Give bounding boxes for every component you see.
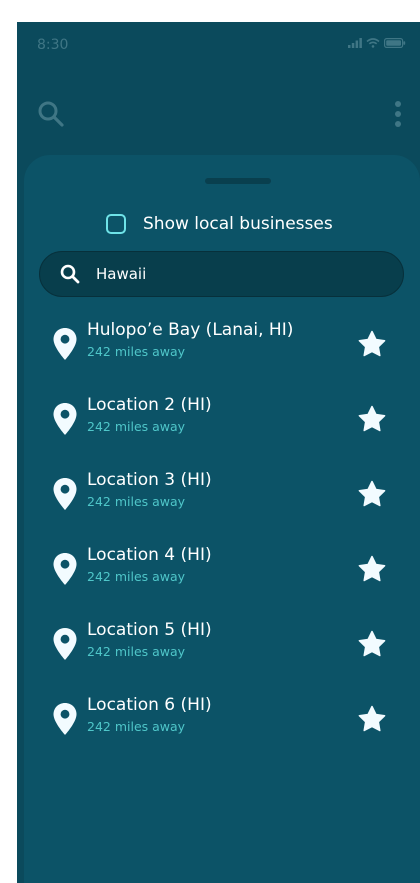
map-pin-icon — [53, 553, 77, 585]
sheet-drag-handle[interactable] — [205, 178, 271, 184]
result-distance: 242 miles away — [87, 644, 186, 659]
wifi-icon — [366, 38, 380, 48]
result-item[interactable]: Location 3 (HI) 242 miles away — [24, 470, 420, 545]
result-item[interactable]: Hulopo’e Bay (Lanai, HI) 242 miles away — [24, 320, 420, 395]
result-item[interactable]: Location 5 (HI) 242 miles away — [24, 620, 420, 695]
star-icon[interactable] — [357, 480, 387, 508]
search-icon — [60, 264, 80, 284]
show-local-toggle[interactable]: Show local businesses — [106, 210, 333, 238]
results-list: Hulopo’e Bay (Lanai, HI) 242 miles away … — [24, 320, 420, 770]
result-distance: 242 miles away — [87, 494, 186, 509]
top-bar — [17, 92, 420, 142]
map-pin-icon — [53, 478, 77, 510]
search-field[interactable] — [39, 251, 404, 297]
result-distance: 242 miles away — [87, 419, 186, 434]
status-bar: 8:30 — [17, 22, 420, 70]
map-pin-icon — [53, 628, 77, 660]
search-button[interactable] — [37, 100, 65, 128]
star-icon[interactable] — [357, 630, 387, 658]
status-time: 8:30 — [37, 37, 69, 53]
result-title: Location 3 (HI) — [87, 470, 212, 490]
result-title: Location 5 (HI) — [87, 620, 212, 640]
result-item[interactable]: Location 6 (HI) 242 miles away — [24, 695, 420, 770]
show-local-label: Show local businesses — [143, 214, 333, 234]
result-title: Location 4 (HI) — [87, 545, 212, 565]
map-pin-icon — [53, 328, 77, 360]
more-vertical-icon — [395, 101, 401, 127]
star-icon[interactable] — [357, 555, 387, 583]
signal-icon — [348, 38, 362, 48]
app-screen: 8:30 Show local businesses Hawaii Hulopo… — [17, 22, 420, 883]
more-options-button[interactable] — [390, 98, 406, 130]
result-title: Hulopo’e Bay (Lanai, HI) — [87, 320, 294, 340]
show-local-checkbox[interactable] — [106, 214, 126, 234]
search-input[interactable] — [94, 264, 378, 284]
star-icon[interactable] — [357, 330, 387, 358]
result-distance: 242 miles away — [87, 569, 186, 584]
result-item[interactable]: Location 4 (HI) 242 miles away — [24, 545, 420, 620]
result-title: Location 2 (HI) — [87, 395, 212, 415]
result-distance: 242 miles away — [87, 719, 186, 734]
star-icon[interactable] — [357, 405, 387, 433]
map-pin-icon — [53, 403, 77, 435]
star-icon[interactable] — [357, 705, 387, 733]
search-icon — [38, 101, 64, 127]
results-sheet: Show local businesses Hulopo’e Bay (Lana… — [24, 155, 420, 883]
status-icons — [348, 38, 406, 48]
result-item[interactable]: Location 2 (HI) 242 miles away — [24, 395, 420, 470]
map-pin-icon — [53, 703, 77, 735]
battery-icon — [384, 38, 406, 48]
result-title: Location 6 (HI) — [87, 695, 212, 715]
result-distance: 242 miles away — [87, 344, 186, 359]
